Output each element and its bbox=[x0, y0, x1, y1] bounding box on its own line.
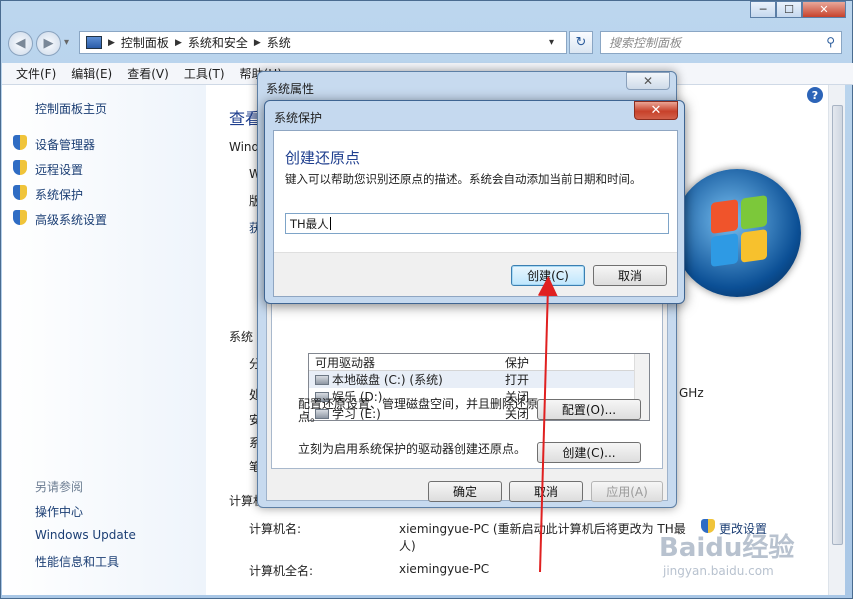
windows-edition-label: Wind bbox=[229, 140, 260, 154]
main-scrollbar[interactable] bbox=[828, 85, 845, 595]
computer-name-value-cont: 人) bbox=[399, 539, 416, 553]
drive-name: 本地磁盘 (C:) (系统) bbox=[332, 373, 443, 387]
menu-edit[interactable]: 编辑(E) bbox=[71, 65, 112, 82]
navigation-bar: ◀ ▶ ▾ ▶ 控制面板 ▶ 系统和安全 ▶ 系统 ▾ ↻ 搜索控制面板 ⚲ bbox=[1, 27, 853, 59]
system-protection-dialog: 系统保护 ✕ 创建还原点 键入可以帮助您识别还原点的描述。系统会自动添加当前日期… bbox=[264, 100, 685, 304]
dialog-footer: 创建(C) 取消 bbox=[274, 252, 677, 296]
sidebar-device-manager[interactable]: 设备管理器 bbox=[35, 136, 95, 153]
search-input[interactable]: 搜索控制面板 ⚲ bbox=[600, 31, 842, 54]
windows-logo bbox=[673, 169, 801, 297]
baidu-watermark: Baidu经验 bbox=[659, 533, 795, 563]
dialog-heading: 创建还原点 bbox=[285, 149, 361, 167]
dialog-close-button[interactable]: ✕ bbox=[634, 101, 678, 120]
sidebar: 控制面板主页 设备管理器 远程设置 系统保护 高级系统设置 另请参阅 操作中心 … bbox=[2, 85, 206, 595]
sidebar-performance[interactable]: 性能信息和工具 bbox=[35, 553, 119, 570]
drive-list-header: 可用驱动器 保护 bbox=[309, 354, 649, 371]
create-restore-point-button[interactable]: 创建(C)... bbox=[537, 442, 641, 463]
create-description: 立刻为启用系统保护的驱动器创建还原点。 bbox=[298, 442, 527, 456]
menu-view[interactable]: 查看(V) bbox=[127, 65, 169, 82]
shield-icon bbox=[13, 210, 27, 225]
see-also-heading: 另请参阅 bbox=[35, 480, 84, 494]
scrollbar-thumb[interactable] bbox=[832, 105, 843, 545]
drive-status: 打开 bbox=[505, 373, 530, 387]
drive-c-icon bbox=[315, 374, 329, 385]
refresh-button[interactable]: ↻ bbox=[569, 31, 593, 54]
breadcrumb-control-panel[interactable]: 控制面板 bbox=[121, 34, 169, 51]
create-button[interactable]: 创建(C) bbox=[511, 265, 585, 286]
protection-column-header[interactable]: 保护 bbox=[499, 354, 619, 370]
baidu-watermark-url: jingyan.baidu.com bbox=[663, 564, 774, 578]
back-button[interactable]: ◀ bbox=[8, 31, 33, 56]
dialog-body: 创建还原点 键入可以帮助您识别还原点的描述。系统会自动添加当前日期和时间。 TH… bbox=[273, 130, 678, 297]
menu-tools[interactable]: 工具(T) bbox=[184, 65, 225, 82]
processor-ghz: GHz bbox=[679, 386, 704, 400]
menu-file[interactable]: 文件(F) bbox=[16, 65, 56, 82]
input-value: TH最人 bbox=[290, 216, 329, 231]
configure-description: 配置还原设置、管理磁盘空间，并且删除还原点。 bbox=[298, 397, 539, 424]
minimize-button[interactable]: ─ bbox=[750, 1, 776, 18]
drive-column-header[interactable]: 可用驱动器 bbox=[309, 354, 499, 370]
address-bar[interactable]: ▶ 控制面板 ▶ 系统和安全 ▶ 系统 ▾ bbox=[79, 31, 567, 54]
ok-button[interactable]: 确定 bbox=[428, 481, 502, 502]
shield-icon bbox=[13, 185, 27, 200]
maximize-button[interactable]: ☐ bbox=[776, 1, 802, 18]
sidebar-remote-settings[interactable]: 远程设置 bbox=[35, 161, 83, 178]
breadcrumb-system-security[interactable]: 系统和安全 bbox=[188, 34, 248, 51]
sidebar-action-center[interactable]: 操作中心 bbox=[35, 503, 83, 520]
chevron-right-icon: ▶ bbox=[174, 37, 182, 48]
address-dropdown-icon[interactable]: ▾ bbox=[549, 37, 554, 48]
chevron-right-icon: ▶ bbox=[108, 37, 115, 48]
apply-button[interactable]: 应用(A) bbox=[591, 481, 663, 502]
dialog-description: 键入可以帮助您识别还原点的描述。系统会自动添加当前日期和时间。 bbox=[285, 172, 642, 186]
sidebar-advanced-settings[interactable]: 高级系统设置 bbox=[35, 211, 107, 228]
recent-pages-dropdown[interactable]: ▾ bbox=[64, 37, 69, 48]
close-button[interactable]: ✕ bbox=[802, 1, 846, 18]
forward-button[interactable]: ▶ bbox=[36, 31, 61, 56]
control-panel-icon bbox=[86, 36, 102, 49]
shield-icon bbox=[13, 135, 27, 150]
text-caret bbox=[329, 217, 331, 230]
search-icon[interactable]: ⚲ bbox=[826, 35, 835, 49]
sidebar-home-link[interactable]: 控制面板主页 bbox=[35, 100, 107, 117]
full-computer-name-label: 计算机全名: bbox=[249, 564, 314, 578]
window-controls: ─ ☐ ✕ bbox=[750, 1, 846, 18]
shield-icon bbox=[13, 160, 27, 175]
full-computer-name-value: xiemingyue-PC bbox=[399, 562, 490, 576]
system-protection-title: 系统保护 bbox=[274, 111, 323, 125]
cancel-button[interactable]: 取消 bbox=[509, 481, 583, 502]
sidebar-system-protection[interactable]: 系统保护 bbox=[35, 186, 83, 203]
restore-point-description-input[interactable]: TH最人 bbox=[285, 213, 669, 234]
chevron-right-icon: ▶ bbox=[253, 37, 261, 48]
search-placeholder: 搜索控制面板 bbox=[609, 36, 682, 50]
breadcrumb-system[interactable]: 系统 bbox=[267, 34, 291, 51]
computer-name-value: xiemingyue-PC (重新启动此计算机后将更改为 TH最 bbox=[399, 522, 686, 536]
help-icon[interactable]: ? bbox=[807, 87, 823, 103]
system-section-label: 系统 bbox=[229, 330, 254, 344]
computer-name-label: 计算机名: bbox=[249, 522, 302, 536]
sidebar-windows-update[interactable]: Windows Update bbox=[35, 528, 136, 542]
dialog-cancel-button[interactable]: 取消 bbox=[593, 265, 667, 286]
configure-button[interactable]: 配置(O)... bbox=[537, 399, 641, 420]
windows-flag-icon bbox=[711, 195, 767, 267]
drive-row[interactable]: 本地磁盘 (C:) (系统) 打开 bbox=[309, 371, 649, 388]
system-properties-title: 系统属性 bbox=[266, 82, 315, 96]
system-properties-close-button[interactable]: ✕ bbox=[626, 72, 670, 90]
